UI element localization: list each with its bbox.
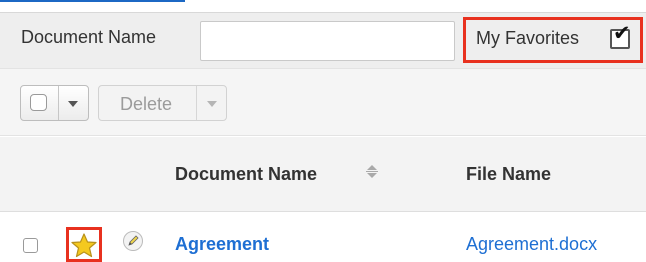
my-favorites-checkbox[interactable]: ✔ (610, 23, 631, 49)
table-row: Agreement Agreement.docx (0, 212, 646, 262)
document-name-filter-label: Document Name (21, 27, 157, 47)
edit-pencil-button[interactable] (123, 231, 143, 251)
filter-bar: Document Name My Favorites ✔ (0, 12, 646, 68)
mass-select-dropdown[interactable] (20, 85, 89, 121)
row-checkbox[interactable] (23, 238, 38, 253)
sort-icon[interactable] (366, 162, 378, 182)
my-favorites-filter[interactable]: My Favorites ✔ (463, 17, 643, 63)
mass-select-divider (58, 86, 59, 120)
column-header-document-name[interactable]: Document Name (175, 164, 317, 185)
pencil-icon (128, 235, 139, 246)
star-icon (71, 233, 97, 258)
action-bar: Delete (0, 68, 646, 136)
file-name-link[interactable]: Agreement.docx (466, 234, 597, 255)
document-name-link[interactable]: Agreement (175, 234, 269, 255)
top-link-underline (0, 0, 185, 2)
chevron-down-icon[interactable] (207, 101, 217, 107)
column-header-file-name[interactable]: File Name (466, 164, 551, 185)
favorite-star-button[interactable] (66, 227, 102, 262)
checkmark-icon: ✔ (613, 21, 631, 45)
delete-button[interactable]: Delete (98, 85, 227, 121)
chevron-down-icon[interactable] (68, 101, 78, 107)
table-header: Document Name File Name (0, 137, 646, 212)
select-all-checkbox[interactable] (30, 94, 47, 111)
delete-button-divider (196, 86, 197, 120)
document-name-filter-input[interactable] (200, 21, 455, 61)
my-favorites-label: My Favorites (476, 28, 580, 48)
delete-button-label: Delete (120, 94, 173, 114)
